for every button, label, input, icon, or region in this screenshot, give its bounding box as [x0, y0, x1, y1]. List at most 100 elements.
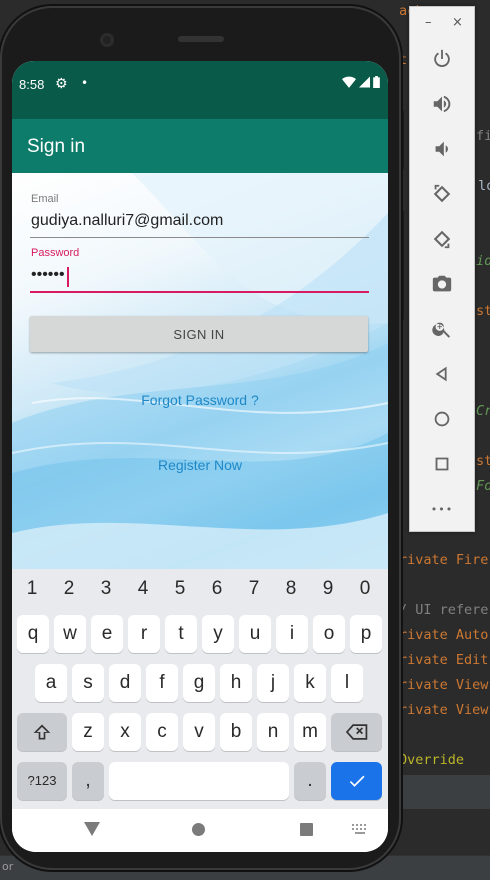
- minimize-button[interactable]: –: [425, 15, 432, 30]
- volume-up-button[interactable]: [428, 90, 456, 118]
- sign-in-button[interactable]: SIGN IN: [30, 316, 368, 352]
- zoom-icon: [432, 322, 451, 338]
- key-6[interactable]: 6: [202, 573, 232, 605]
- overview-square-icon: [435, 457, 449, 471]
- key-z[interactable]: z: [72, 713, 104, 751]
- key-h[interactable]: h: [220, 664, 252, 702]
- key-2[interactable]: 2: [54, 573, 84, 605]
- key-x[interactable]: x: [109, 713, 141, 751]
- key-w[interactable]: w: [54, 615, 86, 653]
- phone-frame: 8:58 ⚙ • Sign in Email gudiya.nalluri7@g…: [0, 6, 401, 870]
- enter-key[interactable]: [331, 762, 382, 800]
- key-u[interactable]: u: [239, 615, 271, 653]
- key-e[interactable]: e: [91, 615, 123, 653]
- notification-dot-icon: •: [81, 76, 89, 90]
- key-3[interactable]: 3: [91, 573, 121, 605]
- key-9[interactable]: 9: [313, 573, 343, 605]
- keyboard-switch-icon[interactable]: [352, 824, 368, 836]
- shift-key[interactable]: [17, 713, 67, 751]
- key-q[interactable]: q: [17, 615, 49, 653]
- sign-in-form: Email Password SIGN IN Forgot Password ?…: [12, 173, 388, 569]
- nav-back-icon[interactable]: [84, 822, 100, 836]
- volume-down-button[interactable]: [428, 135, 456, 163]
- space-key[interactable]: [109, 762, 289, 800]
- home-circle-icon: [434, 411, 450, 427]
- key-8[interactable]: 8: [276, 573, 306, 605]
- key-1[interactable]: 1: [17, 573, 47, 605]
- home-button[interactable]: [428, 405, 456, 433]
- key-4[interactable]: 4: [128, 573, 158, 605]
- rotate-right-button[interactable]: [428, 225, 456, 253]
- volume-down-icon: [435, 141, 448, 157]
- phone-screen: 8:58 ⚙ • Sign in Email gudiya.nalluri7@g…: [12, 61, 388, 852]
- code-line: ida: [476, 253, 490, 269]
- backspace-key[interactable]: [331, 713, 382, 751]
- key-l[interactable]: l: [331, 664, 363, 702]
- key-a[interactable]: a: [35, 664, 67, 702]
- back-button[interactable]: [428, 360, 456, 388]
- zoom-button[interactable]: [428, 315, 456, 343]
- key-k[interactable]: k: [294, 664, 326, 702]
- code-line: Crem: [476, 403, 490, 419]
- key-f[interactable]: f: [146, 664, 178, 702]
- key-t[interactable]: t: [165, 615, 197, 653]
- volume-up-icon: [433, 95, 451, 113]
- code-line: rivate View: [399, 677, 489, 693]
- password-label: Password: [31, 247, 80, 259]
- key-n[interactable]: n: [257, 713, 289, 751]
- email-field[interactable]: [30, 207, 369, 238]
- key-m[interactable]: m: [294, 713, 326, 751]
- rotate-left-button[interactable]: [428, 180, 456, 208]
- soft-keyboard: 1 2 3 4 5 6 7 8 9 0 q w e r t y u i o p: [12, 569, 388, 809]
- more-button[interactable]: •••: [428, 495, 456, 523]
- back-triangle-icon: [435, 366, 447, 382]
- key-s[interactable]: s: [72, 664, 104, 702]
- key-0[interactable]: 0: [350, 573, 380, 605]
- code-line: rivate Fire: [399, 552, 489, 568]
- checkmark-icon: [349, 775, 364, 787]
- power-button[interactable]: [428, 45, 456, 73]
- key-v[interactable]: v: [183, 713, 215, 751]
- navigation-bar: [12, 809, 388, 852]
- key-c[interactable]: c: [146, 713, 178, 751]
- key-i[interactable]: i: [276, 615, 308, 653]
- ide-panel: [398, 775, 490, 809]
- password-field[interactable]: [30, 261, 369, 293]
- key-5[interactable]: 5: [165, 573, 195, 605]
- symbols-key[interactable]: ?123: [17, 762, 67, 800]
- earpiece: [178, 36, 224, 42]
- key-j[interactable]: j: [257, 664, 289, 702]
- ide-bottom-label: or: [2, 860, 14, 873]
- key-r[interactable]: r: [128, 615, 160, 653]
- nav-recents-icon[interactable]: [300, 823, 313, 836]
- page-title: Sign in: [27, 136, 86, 157]
- settings-gear-icon: ⚙: [55, 76, 68, 92]
- key-b[interactable]: b: [220, 713, 252, 751]
- key-p[interactable]: p: [350, 615, 382, 653]
- camera-icon: [432, 275, 452, 292]
- close-button[interactable]: ×: [452, 15, 463, 30]
- rotate-right-icon: [433, 230, 451, 249]
- wifi-icon: [342, 76, 356, 88]
- key-7[interactable]: 7: [239, 573, 269, 605]
- code-line: Override: [399, 752, 465, 768]
- comma-key[interactable]: ,: [72, 762, 104, 800]
- code-line: rivate Edit: [399, 652, 489, 668]
- number-row: 1 2 3 4 5 6 7 8 9 0: [12, 573, 388, 609]
- key-o[interactable]: o: [313, 615, 345, 653]
- front-camera: [100, 33, 114, 47]
- overview-button[interactable]: [428, 450, 456, 478]
- screenshot-button[interactable]: [428, 270, 456, 298]
- email-label: Email: [31, 193, 59, 205]
- register-now-link[interactable]: Register Now: [12, 457, 388, 473]
- rotate-left-icon: [433, 184, 451, 203]
- key-g[interactable]: g: [183, 664, 215, 702]
- key-y[interactable]: y: [202, 615, 234, 653]
- code-line: rivate View: [399, 702, 489, 718]
- period-key[interactable]: .: [294, 762, 326, 800]
- forgot-password-link[interactable]: Forgot Password ?: [12, 392, 388, 408]
- code-line: Foc: [476, 478, 490, 494]
- nav-home-icon[interactable]: [192, 823, 205, 836]
- app-bar: Sign in: [12, 119, 388, 173]
- key-d[interactable]: d: [109, 664, 141, 702]
